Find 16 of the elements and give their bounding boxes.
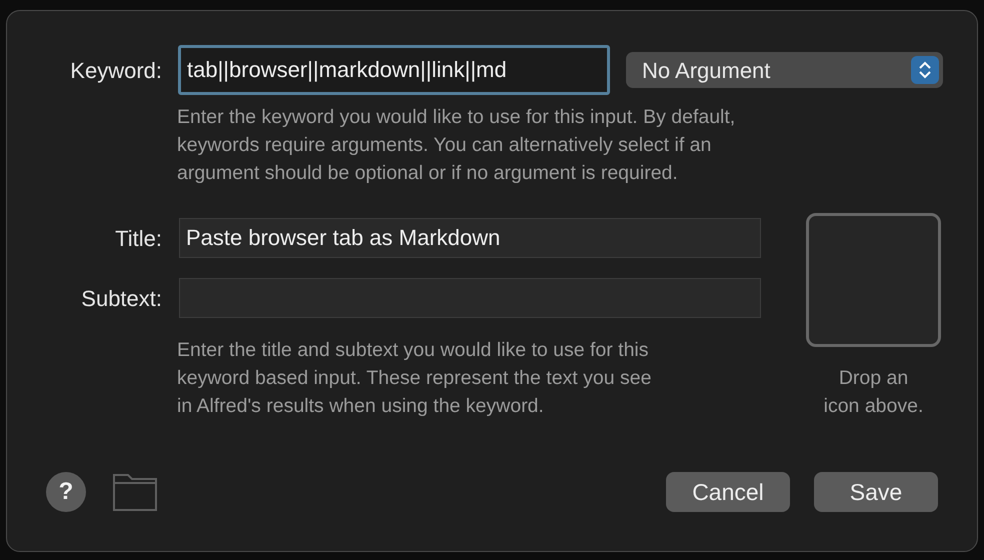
- drop-hint: Drop an icon above.: [824, 366, 924, 419]
- help-button[interactable]: ?: [46, 472, 86, 512]
- field-label: Title:: [114, 224, 162, 252]
- title-field[interactable]: Paste browser tab as Markdown: [179, 218, 761, 258]
- argument-dropdown[interactable]: No Argument: [626, 52, 943, 88]
- save-button[interactable]: Save: [814, 472, 938, 512]
- cancel-button[interactable]: Cancel: [666, 472, 790, 512]
- subtext-field[interactable]: [179, 278, 761, 318]
- help-text: Enter the keyword you would like to use for this input. By default, keywords require arguments. You can alternatively select if an argument should be optional or if no argument is required.: [177, 105, 736, 186]
- folder-icon[interactable]: [112, 472, 158, 512]
- stepper-icon: [911, 56, 939, 84]
- help-text: Enter the title and subtext you would like to use for this keyword based input. These represent the text you see in Alfred's results when using the keyword.: [177, 338, 652, 419]
- field-label: Subtext:: [80, 284, 162, 312]
- keyword-field[interactable]: tab||browser||markdown||link||md: [178, 45, 610, 95]
- icon-drop-well[interactable]: [806, 213, 941, 347]
- field-label: Keyword:: [69, 56, 162, 85]
